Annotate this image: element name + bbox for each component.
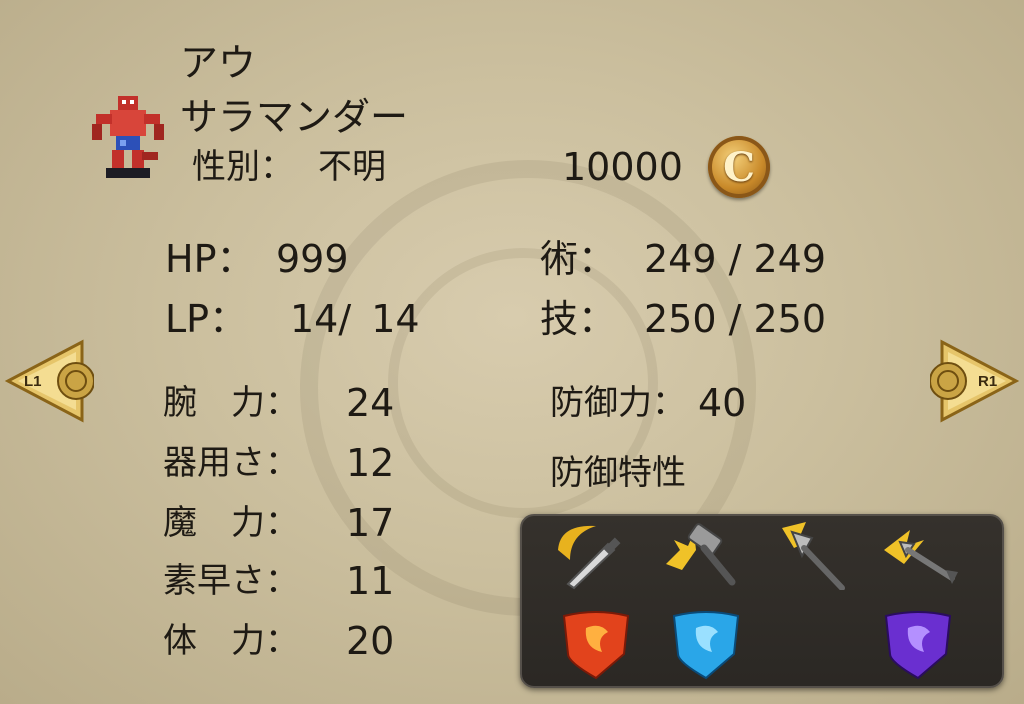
resistance-panel	[520, 514, 1004, 688]
dex-value: 12	[346, 441, 395, 485]
character-race: サラマンダー	[180, 95, 409, 139]
fire-shield-icon	[562, 611, 630, 680]
lp-label: LP：	[165, 297, 248, 341]
defense-label: 防御力：	[550, 383, 686, 423]
pierce-icon	[782, 522, 845, 590]
arm-value: 24	[346, 381, 395, 425]
money-value: 10000	[562, 145, 683, 189]
left-arrow-icon	[4, 339, 95, 423]
crown-coin-icon: C	[708, 136, 770, 198]
r1-label: R1	[978, 373, 998, 390]
gender-label: 性別：	[192, 147, 294, 187]
l1-label: L1	[24, 373, 42, 390]
blunt-icon	[666, 523, 736, 586]
next-character-button[interactable]: R1	[929, 336, 1020, 426]
salamander-sprite-icon	[92, 96, 164, 178]
water-shield-icon	[672, 611, 740, 680]
spd-value: 11	[346, 559, 395, 603]
spd-label: 素早さ：	[163, 561, 299, 601]
gender-value: 不明	[318, 147, 386, 187]
dark-shield-icon	[884, 611, 952, 680]
right-arrow-icon	[929, 339, 1020, 423]
shoot-icon	[884, 530, 958, 584]
lp-value: 14/ 14	[290, 297, 420, 341]
jutsu-value: 249 / 249	[644, 237, 827, 281]
vit-value: 20	[346, 619, 395, 663]
waza-value: 250 / 250	[644, 297, 827, 341]
arm-label: 腕 力：	[163, 383, 299, 423]
vit-label: 体 力：	[163, 621, 299, 661]
resist-heading: 防御特性	[550, 453, 686, 493]
jutsu-label: 術：	[540, 237, 617, 281]
waza-label: 技：	[540, 297, 617, 341]
prev-character-button[interactable]: L1	[4, 336, 95, 426]
character-name: アウ	[180, 41, 257, 85]
slash-icon	[558, 525, 621, 590]
defense-value: 40	[698, 381, 747, 425]
mag-value: 17	[346, 501, 395, 545]
mag-label: 魔 力：	[163, 503, 299, 543]
dex-label: 器用さ：	[163, 443, 299, 483]
hp-label: HP：	[165, 237, 255, 281]
hp-value: 999	[276, 237, 349, 281]
